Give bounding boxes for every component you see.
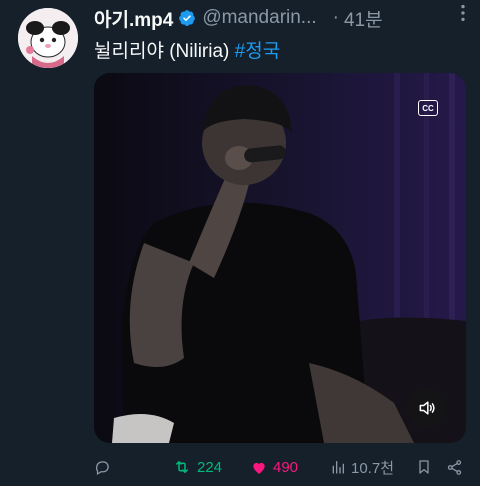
- timestamp[interactable]: 41분: [344, 5, 383, 32]
- hashtag-link[interactable]: #정국: [235, 41, 281, 62]
- video-frame: [94, 73, 466, 443]
- tweet-header: 아기.mp4 @mandarin... · 41분: [94, 5, 466, 31]
- sound-icon: [419, 401, 435, 415]
- reply-icon: [96, 460, 109, 475]
- tweet-text: 뉠리리야 (Niliria) #정국: [94, 36, 280, 63]
- more-icon[interactable]: [452, 2, 474, 24]
- views-count: 10.7천: [351, 459, 394, 477]
- like-button[interactable]: 490: [250, 459, 330, 476]
- cc-icon[interactable]: CC: [418, 100, 438, 116]
- sound-button[interactable]: [408, 389, 446, 427]
- verified-badge-icon: [178, 9, 196, 27]
- avatar-image: [18, 8, 78, 68]
- retweet-count: 224: [197, 458, 223, 476]
- views-icon: [332, 461, 344, 474]
- video-player[interactable]: CC: [94, 73, 466, 443]
- retweet-button[interactable]: 224: [172, 458, 250, 476]
- author-handle[interactable]: @mandarin...: [202, 7, 316, 29]
- views-button[interactable]: 10.7천: [330, 457, 416, 478]
- action-bar: 224 490 10.7천: [94, 456, 466, 478]
- bookmark-button[interactable]: [416, 458, 446, 476]
- share-button[interactable]: [446, 459, 463, 476]
- like-icon: [253, 462, 265, 474]
- author-name[interactable]: 아기.mp4: [94, 5, 173, 32]
- like-count: 490: [273, 458, 299, 476]
- tweet-text-main: 뉠리리야 (Niliria): [94, 41, 230, 62]
- share-icon: [447, 459, 462, 475]
- reply-button[interactable]: [94, 459, 172, 476]
- avatar[interactable]: [18, 8, 78, 68]
- bookmark-icon: [419, 460, 429, 474]
- separator-dot: ·: [332, 7, 339, 28]
- retweet-icon: [176, 461, 188, 473]
